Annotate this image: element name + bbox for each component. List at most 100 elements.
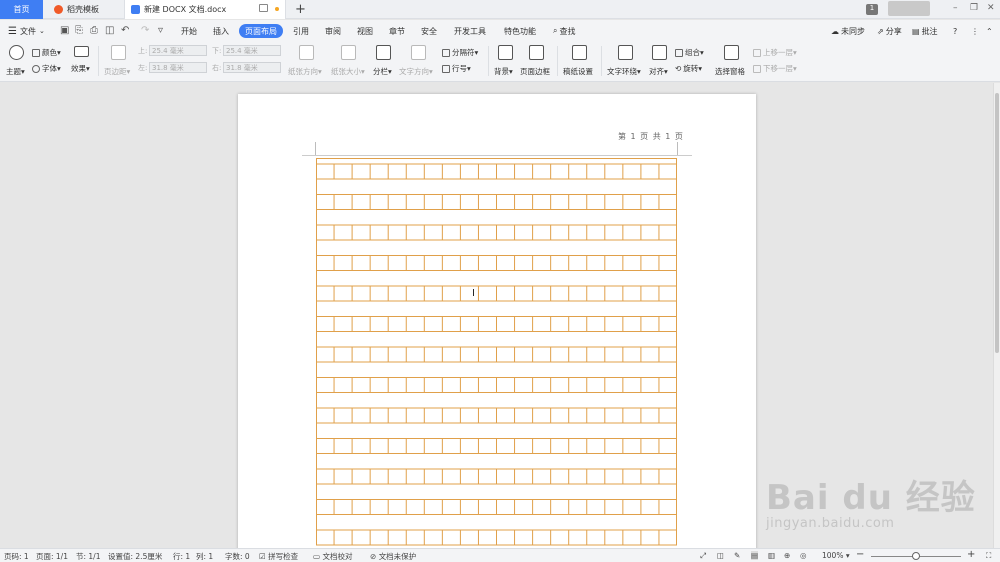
background-button[interactable]: 背景 ▾ xyxy=(494,66,513,77)
doc-protect-button[interactable]: ⊘ 文档未保护 xyxy=(370,551,416,562)
fit-page-icon[interactable]: ⛶ xyxy=(986,551,991,561)
menu-insert[interactable]: 插入 xyxy=(213,24,229,38)
theme-icon xyxy=(9,45,24,60)
outline-view-icon[interactable]: ▥ xyxy=(768,551,775,560)
notification-badge[interactable]: 1 xyxy=(866,4,878,15)
bring-forward-button[interactable]: 上移一层 ▾ xyxy=(753,47,797,58)
top-margin-input[interactable]: 25.4 毫米 xyxy=(149,45,207,56)
sync-button[interactable]: ☁ 未同步 xyxy=(831,24,865,38)
selection-pane-button[interactable]: 选择窗格 xyxy=(715,66,745,77)
line-number-button[interactable]: 行号 ▾ xyxy=(442,63,471,74)
zoom-in-button[interactable]: + xyxy=(967,549,975,560)
text-direction-button[interactable]: 文字方向 ▾ xyxy=(399,66,433,77)
page-view-icon[interactable]: ▤ xyxy=(751,551,759,560)
rotate-button[interactable]: ⟲ 旋转 ▾ xyxy=(675,63,702,74)
eye-protect-icon[interactable]: ◎ xyxy=(800,551,807,560)
restore-icon[interactable]: ❐ xyxy=(970,3,978,13)
fullscreen-icon[interactable]: ⤢ xyxy=(700,551,706,561)
separator-button[interactable]: 分隔符 ▾ xyxy=(442,47,478,58)
menu-page-layout[interactable]: 页面布局 xyxy=(239,24,283,38)
tab-document[interactable]: 新建 DOCX 文档.docx xyxy=(124,0,286,19)
user-avatar[interactable] xyxy=(888,1,930,16)
bottom-margin-input[interactable]: 25.4 毫米 xyxy=(223,45,281,56)
columns-button[interactable]: 分栏 ▾ xyxy=(373,66,392,77)
more-icon[interactable]: ⋮ xyxy=(971,24,979,38)
spell-check-button[interactable]: ☑ 拼写检查 xyxy=(259,551,298,562)
vertical-scrollbar[interactable] xyxy=(993,83,1000,548)
rotate-icon: ⟲ xyxy=(675,64,682,73)
status-col[interactable]: 列: 1 xyxy=(196,551,213,562)
export-icon[interactable]: ⎘ xyxy=(75,25,83,36)
group-button[interactable]: 组合 ▾ xyxy=(675,47,704,58)
text-wrap-button[interactable]: 文字环绕 ▾ xyxy=(607,66,641,77)
save-icon[interactable]: ▣ xyxy=(60,25,69,36)
document-page[interactable]: 第 1 页 共 1 页 I xyxy=(238,94,756,548)
help-icon[interactable]: ? xyxy=(953,24,957,38)
search-button[interactable]: ⌕ 查找 xyxy=(553,24,575,38)
right-margin-input[interactable]: 31.8 毫米 xyxy=(223,62,281,73)
minimize-icon[interactable]: – xyxy=(953,3,958,13)
customize-icon[interactable]: ▿ xyxy=(158,25,163,36)
menu-references[interactable]: 引用 xyxy=(293,24,309,38)
new-tab-button[interactable]: + xyxy=(295,2,306,17)
tab-template-label: 稻壳模板 xyxy=(67,5,99,14)
grid-row xyxy=(316,377,677,408)
page-header-text: 第 1 页 共 1 页 xyxy=(618,132,684,141)
status-row[interactable]: 行: 1 xyxy=(173,551,190,562)
status-page-code[interactable]: 页码: 1 xyxy=(4,551,29,562)
file-menu[interactable]: ☰ 文件 ⌄ xyxy=(8,24,45,38)
align-button[interactable]: 对齐 ▾ xyxy=(649,66,668,77)
status-section[interactable]: 节: 1/1 xyxy=(76,551,100,562)
share-button[interactable]: ⇗ 分享 xyxy=(877,24,902,38)
zoom-select[interactable]: 100% ▾ xyxy=(822,551,850,560)
page-border-button[interactable]: 页面边框 xyxy=(520,66,550,77)
status-setting[interactable]: 设置值: 2.5厘米 xyxy=(108,551,162,562)
hamburger-icon: ☰ xyxy=(8,25,17,37)
comment-button[interactable]: ▤ 批注 xyxy=(912,24,938,38)
bottom-margin-label: 下: xyxy=(212,47,222,55)
grid-paper-button[interactable]: 稿纸设置 xyxy=(563,66,593,77)
menu-view[interactable]: 视图 xyxy=(357,24,373,38)
menu-security[interactable]: 安全 xyxy=(421,24,437,38)
paper-size-button[interactable]: 纸张大小 ▾ xyxy=(331,66,365,77)
orientation-button[interactable]: 纸张方向 ▾ xyxy=(288,66,322,77)
theme-button[interactable]: 主题 ▾ xyxy=(6,66,25,77)
menu-chapter[interactable]: 章节 xyxy=(389,24,405,38)
menu-review[interactable]: 审阅 xyxy=(325,24,341,38)
send-backward-button[interactable]: 下移一层 ▾ xyxy=(753,63,797,74)
zoom-out-button[interactable]: − xyxy=(856,549,864,560)
close-icon[interactable]: ✕ xyxy=(987,3,995,13)
status-word-count[interactable]: 字数: 0 xyxy=(225,551,250,562)
tab-home[interactable]: 首页 xyxy=(0,0,43,19)
manuscript-grid xyxy=(316,158,677,546)
comment-icon: ▤ xyxy=(912,26,920,36)
menu-developer[interactable]: 开发工具 xyxy=(454,24,486,38)
menu-start[interactable]: 开始 xyxy=(181,24,197,38)
preview-icon[interactable]: ◫ xyxy=(105,25,114,36)
font-button[interactable]: 字体 ▾ xyxy=(32,63,61,74)
left-margin-input[interactable]: 31.8 毫米 xyxy=(149,62,207,73)
zoom-slider-knob[interactable] xyxy=(912,552,920,560)
margins-button[interactable]: 页边距 ▾ xyxy=(104,66,130,77)
undo-icon[interactable]: ↶ xyxy=(121,25,129,36)
doc-compare-button[interactable]: ▭ 文档校对 xyxy=(313,551,352,562)
tab-template[interactable]: 稻壳模板 xyxy=(48,0,124,19)
print-icon[interactable]: ⎙ xyxy=(90,25,98,36)
scrollbar-thumb[interactable] xyxy=(995,93,999,353)
web-view-icon[interactable]: ⊕ xyxy=(784,551,790,560)
read-mode-icon[interactable]: ◫ xyxy=(717,551,724,560)
menu-special[interactable]: 特色功能 xyxy=(504,24,536,38)
collapse-ribbon-icon[interactable]: ⌃ xyxy=(986,24,993,38)
color-button[interactable]: 颜色 ▾ xyxy=(32,47,61,58)
chevron-down-icon: ⌄ xyxy=(38,27,45,35)
status-page[interactable]: 页面: 1/1 xyxy=(36,551,68,562)
effect-button[interactable]: 效果 ▾ xyxy=(71,63,90,74)
grid-row xyxy=(316,285,677,317)
text-direction-icon xyxy=(411,45,426,60)
tab-screen-icon[interactable] xyxy=(259,4,268,12)
text-cursor-icon: I xyxy=(472,288,475,299)
redo-icon[interactable]: ↷ xyxy=(141,25,149,36)
grid-row xyxy=(316,529,677,546)
align-icon xyxy=(652,45,667,60)
pen-icon[interactable]: ✎ xyxy=(734,551,740,560)
